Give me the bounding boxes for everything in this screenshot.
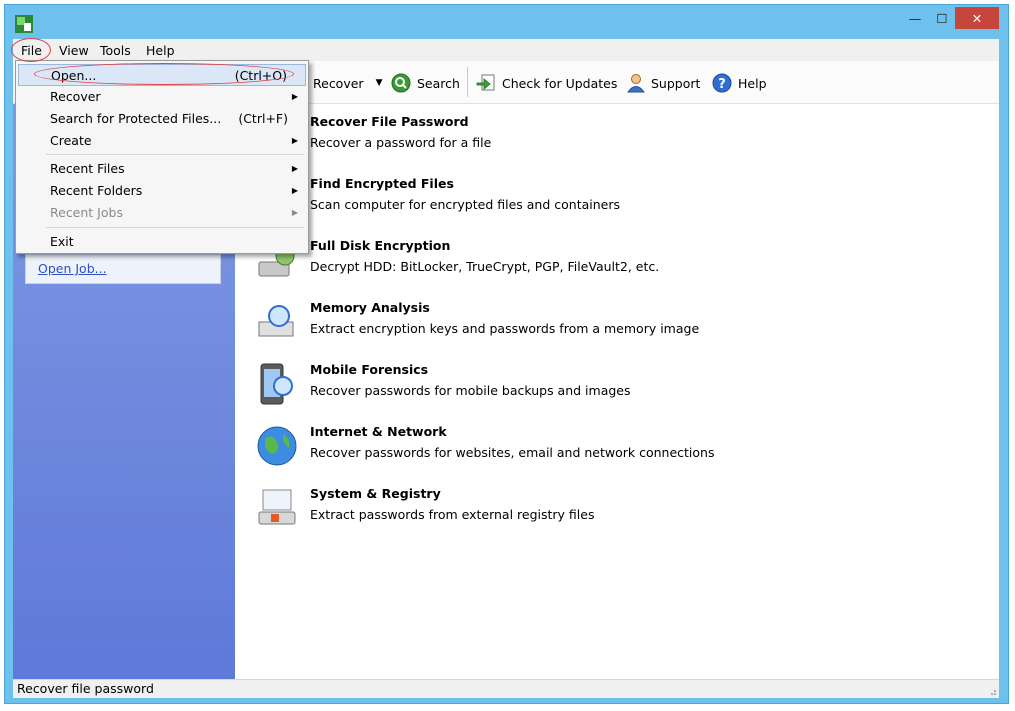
menu-item-label: Recover xyxy=(50,89,101,104)
menu-item-label: Open... xyxy=(51,68,97,83)
menu-item-label: Recent Files xyxy=(50,161,125,176)
menu-separator xyxy=(46,227,304,228)
task-title: Recover File Password xyxy=(310,114,469,129)
submenu-arrow-icon: ▶ xyxy=(291,208,298,217)
task-description: Scan computer for encrypted files and co… xyxy=(310,197,620,212)
status-bar: Recover file password xyxy=(13,679,999,698)
menu-item-label: Exit xyxy=(50,234,74,249)
help-button[interactable]: ? Help xyxy=(712,73,767,93)
menu-item-recover[interactable]: Recover ▶ xyxy=(18,86,306,108)
check-updates-button[interactable]: Check for Updates xyxy=(476,73,617,93)
task-description: Recover passwords for mobile backups and… xyxy=(310,383,631,398)
menu-item-label: Recent Jobs xyxy=(50,205,123,220)
search-button[interactable]: Search xyxy=(391,73,460,93)
task-title: Mobile Forensics xyxy=(310,362,429,377)
update-icon xyxy=(476,74,495,91)
support-label: Support xyxy=(651,75,701,91)
check-updates-label: Check for Updates xyxy=(502,75,618,91)
help-label: Help xyxy=(738,75,767,91)
chevron-down-icon[interactable]: ▼ xyxy=(376,78,383,88)
globe-icon xyxy=(257,426,297,466)
menu-view[interactable]: View xyxy=(55,42,93,60)
memory-chip-icon xyxy=(258,305,294,337)
help-icon: ? xyxy=(712,73,732,93)
support-person-icon xyxy=(627,74,645,93)
task-description: Extract passwords from external registry… xyxy=(310,507,595,522)
toolbar-separator xyxy=(467,67,468,97)
menu-item-label: Create xyxy=(50,133,92,148)
menu-item-recent-folders[interactable]: Recent Folders ▶ xyxy=(18,180,306,202)
menu-bar: File View Tools Help xyxy=(13,39,999,61)
mobile-phone-icon xyxy=(260,363,293,405)
sidebar-panel: Open Job... xyxy=(25,254,221,284)
menu-item-recent-files[interactable]: Recent Files ▶ xyxy=(18,158,306,180)
task-title: Internet & Network xyxy=(310,424,447,439)
title-bar[interactable]: — ☐ ✕ xyxy=(5,5,1008,39)
submenu-arrow-icon: ▶ xyxy=(291,136,298,145)
menu-item-create[interactable]: Create ▶ xyxy=(18,130,306,152)
open-job-link[interactable]: Open Job... xyxy=(38,261,107,276)
minimize-button[interactable]: — xyxy=(905,8,925,28)
recover-label: Recover xyxy=(313,75,364,91)
menu-item-label: Search for Protected Files... xyxy=(50,111,222,126)
recover-button[interactable]: Recover ▼ xyxy=(313,73,382,93)
menu-item-open[interactable]: Open... (Ctrl+O) xyxy=(18,64,306,86)
task-title: Full Disk Encryption xyxy=(310,238,451,253)
resize-grip-icon[interactable] xyxy=(987,686,997,696)
task-description: Extract encryption keys and passwords fr… xyxy=(310,321,700,336)
submenu-arrow-icon: ▶ xyxy=(291,92,298,101)
status-text: Recover file password xyxy=(17,681,154,696)
search-label: Search xyxy=(417,75,460,91)
svg-text:?: ? xyxy=(718,77,726,92)
menu-item-label: Recent Folders xyxy=(50,183,143,198)
search-icon xyxy=(391,73,411,93)
task-title: Memory Analysis xyxy=(310,300,430,315)
menu-item-search-protected-files[interactable]: Search for Protected Files... (Ctrl+F) xyxy=(18,108,306,130)
task-description: Decrypt HDD: BitLocker, TrueCrypt, PGP, … xyxy=(310,259,660,274)
menu-help[interactable]: Help xyxy=(142,42,179,60)
file-menu-dropdown: Open... (Ctrl+O) Recover ▶ Search for Pr… xyxy=(15,60,309,254)
menu-tools[interactable]: Tools xyxy=(96,42,135,60)
maximize-button[interactable]: ☐ xyxy=(932,8,952,28)
task-title: System & Registry xyxy=(310,486,441,501)
menu-item-exit[interactable]: Exit xyxy=(18,231,306,253)
task-list: Recover File Password Recover a password… xyxy=(235,104,999,679)
support-button[interactable]: Support xyxy=(627,73,700,93)
app-logo-icon xyxy=(15,15,33,33)
task-description: Recover passwords for websites, email an… xyxy=(310,445,715,460)
menu-item-shortcut: (Ctrl+F) xyxy=(238,111,288,126)
menu-file[interactable]: File xyxy=(17,42,46,60)
menu-item-recent-jobs: Recent Jobs ▶ xyxy=(18,202,306,224)
submenu-arrow-icon: ▶ xyxy=(291,164,298,173)
submenu-arrow-icon: ▶ xyxy=(291,186,298,195)
menu-separator xyxy=(46,154,304,155)
task-title: Find Encrypted Files xyxy=(310,176,454,191)
menu-item-shortcut: (Ctrl+O) xyxy=(234,68,287,83)
task-description: Recover a password for a file xyxy=(310,135,492,150)
close-button[interactable]: ✕ xyxy=(955,7,999,29)
registry-computer-icon xyxy=(258,489,296,525)
